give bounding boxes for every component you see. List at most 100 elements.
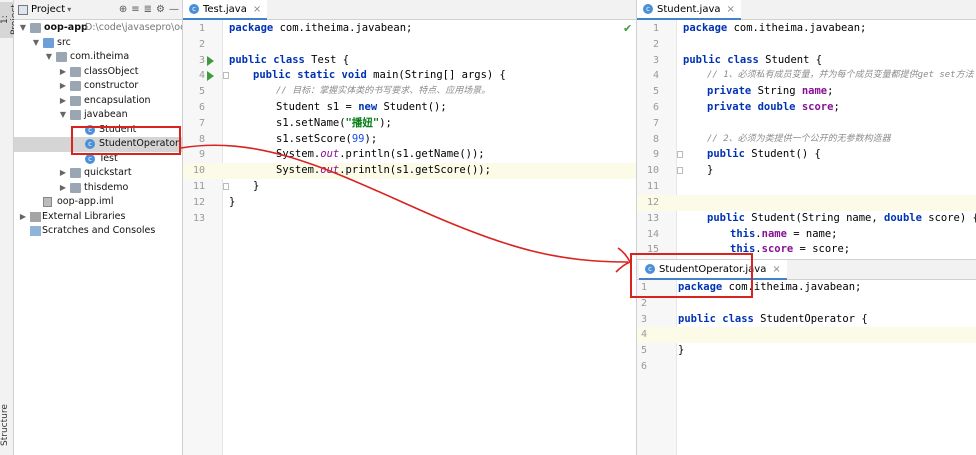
- code-line-current: 10 System.out.println(s1.getScore());: [183, 163, 636, 179]
- editor-student-java[interactable]: 1 package com.itheima.javabean; 2 3 public…: [637, 20, 976, 259]
- code-line: 13 public Student(String name, double sco…: [646, 212, 976, 224]
- collapse-all-icon[interactable]: ≣: [144, 4, 152, 15]
- code-line: 10}: [646, 164, 714, 176]
- code-line: 11: [646, 181, 659, 192]
- module-folder-icon: [30, 23, 41, 33]
- chevron-right-icon[interactable]: ▶: [58, 79, 68, 94]
- project-panel-header: Project ▾ ⊕ ≡ ≣ ⚙ —: [14, 0, 182, 20]
- code-line: 6 private double score;: [652, 101, 840, 113]
- code-line-current: 12: [637, 195, 976, 211]
- fold-icon[interactable]: [223, 72, 229, 79]
- code-line: 7: [652, 118, 659, 129]
- tree-item-label: com.itheima: [70, 51, 130, 62]
- tree-item-package[interactable]: ▶ constructor: [14, 79, 182, 94]
- class-icon: c: [85, 153, 95, 164]
- code-line: 6 Student s1 = new Student();: [198, 101, 447, 113]
- code-line: 5 private String name;: [652, 85, 834, 97]
- package-icon: [70, 168, 81, 178]
- tree-item-label: oop-app: [44, 22, 88, 33]
- tool-window-strip: 1: Project Structure: [0, 0, 20, 455]
- source-folder-icon: [43, 37, 54, 48]
- chevron-down-icon[interactable]: ▼: [18, 21, 28, 36]
- tree-item-iml[interactable]: oop-app.iml: [14, 195, 182, 210]
- project-tool-tab[interactable]: 1: Project: [0, 2, 20, 38]
- module-path: D:\code\javasepro\oop: [85, 22, 183, 33]
- tree-item-package[interactable]: ▶ encapsulation: [14, 94, 182, 109]
- class-icon: c: [643, 4, 653, 14]
- hide-icon[interactable]: —: [169, 4, 179, 15]
- editor-test-java[interactable]: ✔ 1 package com.itheima.javabean; 2 3 publ…: [183, 20, 636, 455]
- tree-item-label: Scratches and Consoles: [42, 225, 156, 236]
- editor-student-operator-java[interactable]: 1 package com.itheima.javabean; 2 3 public…: [637, 280, 976, 455]
- code-line-current: 4: [637, 327, 976, 343]
- tree-item-package[interactable]: ▶ classObject: [14, 65, 182, 80]
- tree-item-label: src: [57, 36, 71, 48]
- close-icon[interactable]: ×: [727, 4, 735, 15]
- chevron-down-icon[interactable]: ▼: [31, 36, 41, 51]
- run-icon[interactable]: [207, 71, 214, 81]
- expand-all-icon[interactable]: ≡: [131, 4, 139, 15]
- editor-tabs-right-top: c Student.java ×: [637, 0, 976, 20]
- close-icon[interactable]: ×: [772, 264, 780, 275]
- code-line: 4// 1、必须私有成员变量，并为每个成员变量都提供get set方法: [652, 70, 974, 81]
- tree-item-package[interactable]: ▶ thisdemo: [14, 181, 182, 196]
- code-line: 3 public class Student {: [652, 54, 823, 66]
- code-line: 14 this.name = name;: [646, 228, 838, 240]
- tab-label: Test.java: [203, 3, 247, 15]
- chevron-right-icon[interactable]: ▶: [58, 94, 68, 109]
- tree-item-label: javabean: [84, 109, 128, 120]
- fold-icon[interactable]: [223, 183, 229, 190]
- tab-student-java[interactable]: c Student.java ×: [637, 0, 741, 20]
- tree-item-package[interactable]: ▼ com.itheima: [14, 50, 182, 65]
- structure-tool-tab[interactable]: Structure: [0, 400, 14, 450]
- code-line: 5// 目标：掌握实体类的书写要求、特点、应用场景。: [198, 86, 491, 97]
- chevron-right-icon[interactable]: ▶: [58, 181, 68, 196]
- close-icon[interactable]: ×: [253, 4, 261, 15]
- code-line: 3 public class StudentOperator {: [640, 313, 868, 325]
- code-line: 12}: [192, 196, 236, 208]
- tab-test-java[interactable]: c Test.java ×: [183, 0, 268, 20]
- code-line: 1 package com.itheima.javabean;: [198, 22, 413, 34]
- code-line: 2: [640, 298, 647, 309]
- tree-item-package[interactable]: ▼ javabean: [14, 108, 182, 123]
- code-line: 7 s1.setName("播妞");: [198, 117, 392, 129]
- tree-item-label: classObject: [84, 65, 139, 77]
- chevron-right-icon[interactable]: ▶: [58, 65, 68, 80]
- code-line: 8 s1.setScore(99);: [198, 133, 378, 145]
- package-icon: [70, 110, 81, 120]
- chevron-down-icon[interactable]: ▼: [44, 50, 54, 65]
- code-line: 13: [192, 213, 205, 224]
- project-panel: Project ▾ ⊕ ≡ ≣ ⚙ — ▼ oop-app D:\code\ja…: [14, 0, 183, 455]
- run-icon[interactable]: [207, 56, 214, 66]
- tree-item-label: External Libraries: [42, 210, 126, 222]
- code-line: 8// 2、必须为类提供一个公开的无参数构造器: [652, 134, 891, 145]
- fold-icon[interactable]: [677, 167, 683, 174]
- tree-item-src[interactable]: ▼ src: [14, 36, 182, 51]
- tree-item-label: constructor: [84, 80, 139, 91]
- tree-item-label: thisdemo: [84, 181, 129, 193]
- editor-tabs-left: c Test.java ×: [183, 0, 636, 20]
- tree-item-label: quickstart: [84, 167, 132, 178]
- project-view-selector[interactable]: Project: [31, 4, 65, 15]
- class-icon: c: [189, 4, 199, 14]
- tree-item-label: oop-app.iml: [57, 196, 114, 207]
- tree-item-external-libraries[interactable]: ▶ External Libraries: [14, 210, 182, 225]
- tree-item-label: encapsulation: [84, 94, 151, 106]
- annotation-box-tree: [71, 126, 181, 155]
- gear-icon[interactable]: ⚙: [156, 4, 165, 15]
- code-line: 2: [198, 39, 205, 50]
- chevron-down-icon[interactable]: ▾: [67, 5, 71, 14]
- tree-item-oop-app[interactable]: ▼ oop-app D:\code\javasepro\oop: [14, 21, 182, 36]
- code-line: 9 public Student() {: [652, 148, 821, 160]
- code-line: 1 package com.itheima.javabean;: [652, 22, 867, 34]
- tree-item-scratches[interactable]: Scratches and Consoles: [14, 224, 182, 239]
- chevron-down-icon[interactable]: ▼: [58, 108, 68, 123]
- chevron-right-icon[interactable]: ▶: [58, 166, 68, 181]
- tree-item-package[interactable]: ▶ quickstart: [14, 166, 182, 181]
- chevron-right-icon[interactable]: ▶: [18, 210, 28, 225]
- tab-label: Student.java: [657, 3, 721, 15]
- fold-icon[interactable]: [677, 151, 683, 158]
- project-icon: [18, 4, 28, 15]
- locate-icon[interactable]: ⊕: [119, 4, 127, 15]
- code-line: 4 public static void main(String[] args) …: [198, 69, 506, 81]
